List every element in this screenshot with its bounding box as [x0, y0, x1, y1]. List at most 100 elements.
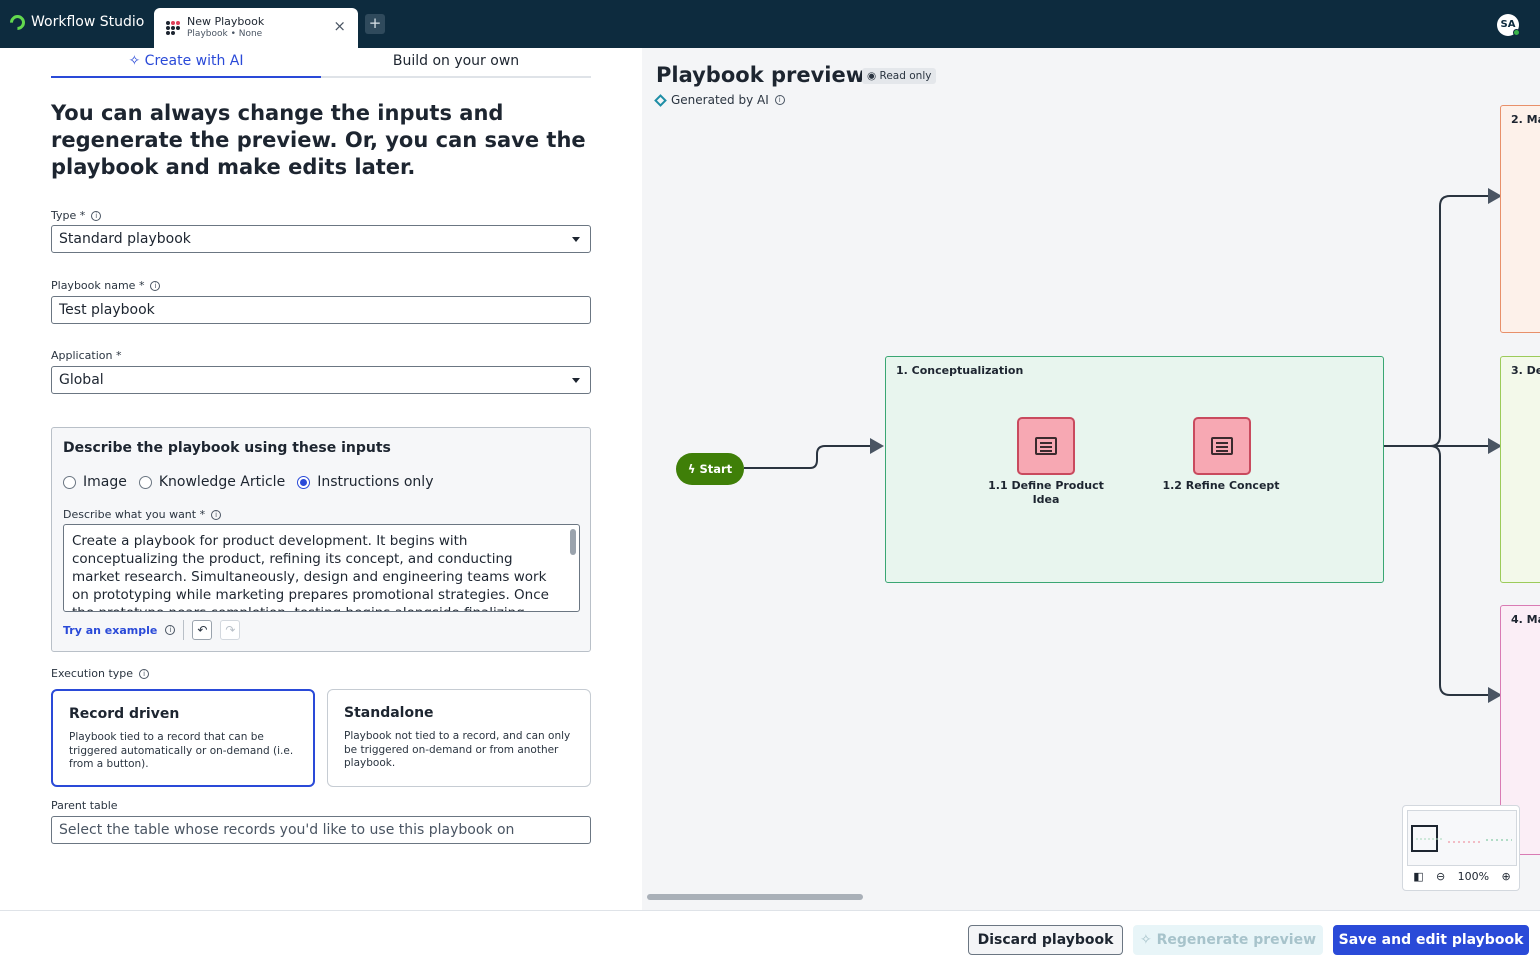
stage-label: 2. Ma [1511, 113, 1540, 126]
type-value: Standard playbook [59, 231, 191, 247]
step-refine-concept[interactable] [1193, 417, 1251, 475]
create-form-panel: ✧ Create with AI Build on your own You c… [0, 48, 642, 910]
describe-want-label-text: Describe what you want * [63, 508, 206, 521]
regenerate-preview-button[interactable]: ✧ Regenerate preview [1133, 925, 1323, 955]
type-label-text: Type * [51, 209, 86, 222]
info-icon[interactable]: i [139, 669, 150, 679]
tab-create-with-ai-label: Create with AI [144, 53, 244, 69]
online-status-icon [1513, 29, 1520, 36]
radio-image-circle[interactable] [63, 475, 76, 489]
regenerate-preview-label: Regenerate preview [1156, 932, 1317, 948]
sparkle-icon: ✧ [1139, 932, 1152, 948]
zoom-controls: ◧ ⊖ 100% ⊕ [1403, 870, 1521, 883]
redo-icon[interactable]: ↷ [220, 620, 241, 640]
document-icon [1035, 437, 1057, 455]
map-toggle-icon[interactable]: ◧ [1413, 870, 1423, 883]
playbook-name-label-text: Playbook name * [51, 279, 145, 292]
describe-want-label: Describe what you want * i [63, 508, 222, 521]
playbook-preview-panel: Playbook preview ◉ Read only Generated b… [642, 48, 1540, 910]
zoom-in-icon[interactable]: ⊕ [1502, 870, 1511, 883]
start-node-label: Start [699, 462, 733, 476]
textarea-scrollbar[interactable] [570, 529, 576, 555]
tab-new-playbook[interactable]: New Playbook Playbook • None × [154, 8, 358, 48]
execution-record-driven-card[interactable]: Record driven Playbook tied to a record … [51, 689, 315, 787]
describe-want-textarea[interactable]: Create a playbook for product developmen… [63, 524, 580, 612]
type-select[interactable]: Standard playbook [51, 225, 591, 253]
start-node[interactable]: ϟ Start [676, 453, 744, 485]
tab-create-with-ai[interactable]: ✧ Create with AI [51, 53, 321, 69]
step-define-product-idea[interactable] [1017, 417, 1075, 475]
add-tab-button[interactable]: + [365, 14, 385, 34]
standalone-title: Standalone [344, 705, 434, 721]
minimap: ◧ ⊖ 100% ⊕ [1402, 805, 1520, 891]
save-and-edit-button[interactable]: Save and edit playbook [1333, 925, 1529, 955]
step-label: 1.1 Define Product Idea [988, 479, 1104, 506]
standalone-desc: Playbook not tied to a record, and can o… [344, 730, 571, 769]
application-label: Application * [51, 349, 122, 362]
stage-label: 4. Ma [1511, 613, 1540, 626]
active-tab-indicator [51, 76, 321, 78]
input-source-radio-group: Image Knowledge Article Instructions onl… [63, 474, 433, 490]
tab-build-on-your-own[interactable]: Build on your own [321, 53, 591, 69]
stage-2[interactable]: 2. Ma [1500, 105, 1540, 333]
radio-image-label: Image [83, 474, 127, 490]
playbook-icon [166, 21, 180, 35]
parent-table-input[interactable]: Select the table whose records you'd lik… [51, 816, 591, 844]
minimap-preview [1416, 838, 1512, 843]
app-title: Workflow Studio [31, 14, 145, 30]
radio-knowledge-article[interactable]: Knowledge Article [138, 474, 286, 490]
stage-label: 3. De [1511, 364, 1540, 377]
workflow-studio-logo-icon [6, 11, 29, 33]
top-bar: Workflow Studio New Playbook Playbook • … [0, 0, 1540, 48]
document-icon [1211, 437, 1233, 455]
minimap-view[interactable] [1407, 810, 1517, 866]
playbook-name-label: Playbook name * i [51, 279, 161, 292]
application-value: Global [59, 372, 104, 388]
tab-title: New Playbook [187, 15, 265, 28]
mode-tabs: ✧ Create with AI Build on your own [51, 48, 591, 78]
chevron-down-icon [572, 378, 580, 383]
step-label: 1.2 Refine Concept [1162, 479, 1280, 492]
discard-playbook-button[interactable]: Discard playbook [968, 925, 1123, 955]
example-toolbar: Try an example i ↶ ↷ [63, 620, 241, 640]
radio-knowledge-article-circle[interactable] [138, 475, 152, 489]
info-icon[interactable]: i [91, 211, 102, 221]
zoom-level: 100% [1457, 870, 1490, 883]
execution-type-label: Execution type i [51, 667, 150, 680]
describe-inputs-section: Describe the playbook using these inputs… [51, 427, 591, 652]
record-driven-title: Record driven [69, 706, 180, 722]
application-select[interactable]: Global [51, 366, 591, 394]
describe-want-text: Create a playbook for product developmen… [72, 533, 549, 611]
stage-3[interactable]: 3. De [1500, 356, 1540, 583]
bolt-icon: ϟ [687, 462, 696, 476]
radio-image[interactable]: Image [63, 474, 127, 490]
radio-instructions-only[interactable]: Instructions only [297, 474, 433, 490]
radio-instructions-only-circle[interactable] [297, 475, 311, 489]
info-icon[interactable]: i [150, 281, 161, 291]
radio-instructions-only-label: Instructions only [317, 474, 434, 490]
undo-icon[interactable]: ↶ [192, 620, 213, 640]
type-label: Type * i [51, 209, 102, 222]
close-icon[interactable]: × [333, 19, 346, 34]
execution-type-label-text: Execution type [51, 667, 134, 680]
execution-standalone-card[interactable]: Standalone Playbook not tied to a record… [327, 689, 591, 787]
zoom-out-icon[interactable]: ⊖ [1436, 870, 1445, 883]
tab-subtitle: Playbook • None [187, 29, 263, 39]
try-example-link[interactable]: Try an example [63, 624, 157, 637]
parent-table-label: Parent table [51, 799, 118, 812]
record-driven-desc: Playbook tied to a record that can be tr… [69, 731, 294, 770]
brand[interactable]: Workflow Studio [6, 11, 145, 33]
divider [183, 620, 185, 640]
info-icon[interactable]: i [211, 510, 222, 520]
stage-label: 1. Conceptualization [896, 364, 1024, 377]
stage-conceptualization[interactable]: 1. Conceptualization [885, 356, 1384, 583]
radio-knowledge-article-label: Knowledge Article [158, 474, 286, 490]
footer-actions: Discard playbook ✧ Regenerate preview Sa… [0, 910, 1540, 968]
chevron-down-icon [572, 237, 580, 242]
sparkle-icon: ✧ [128, 53, 141, 69]
playbook-name-input[interactable]: Test playbook [51, 296, 591, 324]
describe-title: Describe the playbook using these inputs [63, 440, 391, 456]
page-heading: You can always change the inputs and reg… [51, 101, 586, 179]
horizontal-scrollbar[interactable] [647, 894, 863, 900]
info-icon[interactable]: i [165, 625, 176, 635]
